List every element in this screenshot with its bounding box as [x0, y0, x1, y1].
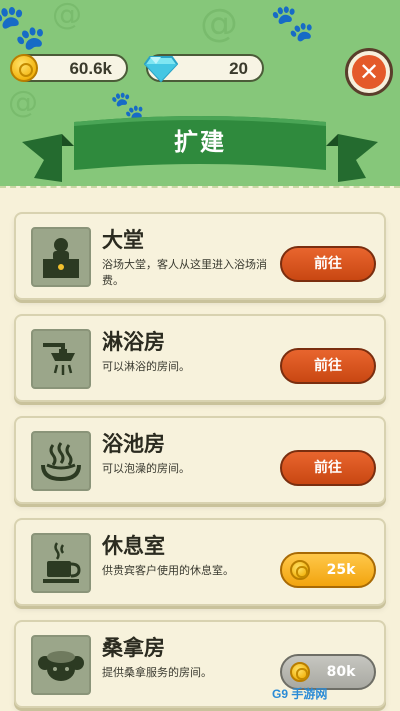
swirl-decoration-icon: @	[52, 0, 82, 32]
go-button[interactable]: 前往	[280, 450, 376, 486]
diamond-icon	[144, 56, 178, 83]
buy-price: 80k	[326, 664, 356, 680]
room-card-lobby: 大堂 浴场大堂，客人从这里进入浴场消费。 前往	[14, 212, 386, 300]
room-description: 供贵宾客户使用的休息室。	[102, 564, 234, 577]
sauna-steam-icon	[31, 635, 91, 695]
go-button[interactable]: 前往	[280, 246, 376, 282]
room-description: 提供桑拿服务的房间。	[102, 666, 212, 679]
go-button[interactable]: 前往	[280, 348, 376, 384]
lobby-desk-icon	[31, 227, 91, 287]
coffee-cup-icon	[31, 533, 91, 593]
room-title: 桑拿房	[102, 636, 165, 660]
room-description: 可以泡澡的房间。	[102, 462, 190, 475]
coin-icon	[290, 662, 310, 682]
swirl-decoration-icon: @	[200, 1, 238, 45]
room-card-lounge: 休息室 供贵宾客户使用的休息室。 25k	[14, 518, 386, 606]
page-title: 扩建	[174, 128, 226, 156]
buy-price: 25k	[326, 562, 356, 578]
room-title: 大堂	[102, 228, 144, 252]
close-button[interactable]: ✕	[345, 48, 393, 96]
diamond-amount: 20	[229, 59, 248, 78]
title-banner: 扩建	[22, 112, 378, 190]
hot-spring-icon	[31, 431, 91, 491]
room-card-bath: 浴池房 可以泡澡的房间。 前往	[14, 416, 386, 504]
room-description: 可以淋浴的房间。	[102, 360, 190, 373]
buy-button[interactable]: 25k	[280, 552, 376, 588]
close-icon: ✕	[352, 55, 386, 89]
room-title: 淋浴房	[102, 330, 165, 354]
paw-decoration-icon: 🐾	[270, 3, 315, 44]
site-watermark: G9 手游网	[272, 687, 328, 701]
paw-decoration-icon: 🐾	[0, 2, 47, 53]
coin-icon	[10, 54, 38, 82]
diamond-counter: 20	[144, 54, 264, 83]
coin-amount: 60.6k	[69, 59, 112, 78]
room-title: 浴池房	[102, 432, 165, 456]
room-description: 浴场大堂，客人从这里进入浴场消费。	[102, 258, 267, 287]
room-card-shower: 淋浴房 可以淋浴的房间。 前往	[14, 314, 386, 402]
shower-icon	[31, 329, 91, 389]
coin-counter: 60.6k	[10, 54, 128, 82]
room-title: 休息室	[102, 534, 165, 558]
coin-icon	[290, 560, 310, 580]
